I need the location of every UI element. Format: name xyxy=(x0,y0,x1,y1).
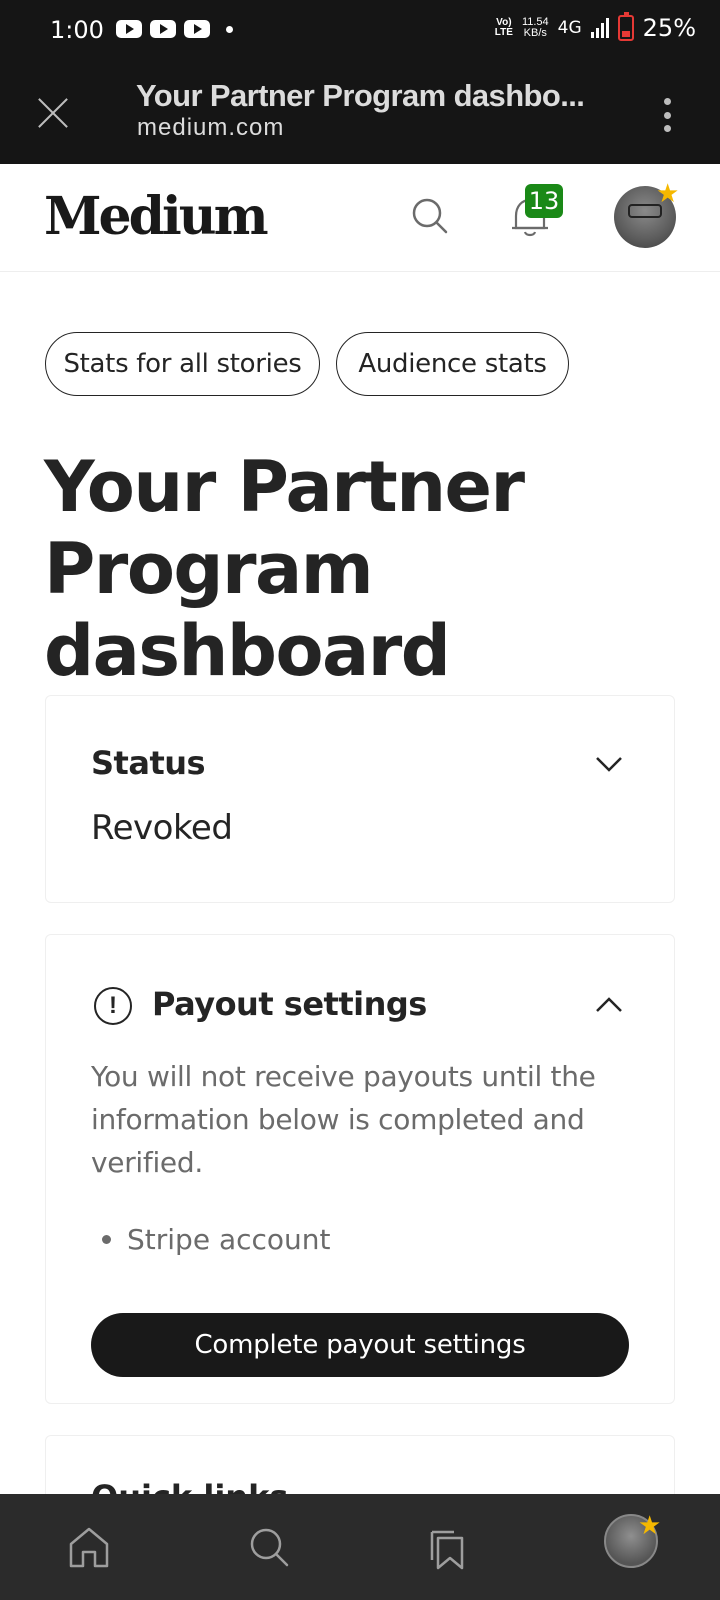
tab-audience-stats[interactable]: Audience stats xyxy=(336,332,569,396)
payout-description: You will not receive payouts until the i… xyxy=(91,1060,596,1179)
battery-icon xyxy=(617,12,634,41)
chevron-up-icon[interactable] xyxy=(594,995,624,1015)
battery-percent: 25% xyxy=(642,14,696,42)
status-bar: 1:00 Vo) LTE 11.54 KB/s 4G 25% xyxy=(0,0,720,62)
close-icon[interactable] xyxy=(36,96,70,130)
browser-toolbar: Your Partner Program dashbo... medium.co… xyxy=(0,62,720,164)
speed-unit: KB/s xyxy=(523,27,547,39)
payout-settings-card: ! Payout settings You will not receive p… xyxy=(45,934,675,1404)
status-right: Vo) LTE 11.54 KB/s 4G 25% xyxy=(495,12,696,42)
status-time: 1:00 xyxy=(50,16,104,44)
member-star-icon: ★ xyxy=(638,1510,662,1540)
more-options-icon[interactable] xyxy=(660,98,674,132)
payout-heading: Payout settings xyxy=(152,985,427,1023)
page-title: Your Partner Program dashboard xyxy=(44,446,525,692)
chevron-down-icon[interactable] xyxy=(594,754,624,774)
bookmarks-icon[interactable] xyxy=(424,1524,470,1570)
browser-url: medium.com xyxy=(137,114,285,141)
youtube-icon xyxy=(184,20,210,38)
list-item: Stripe account xyxy=(102,1223,331,1256)
youtube-icon xyxy=(150,20,176,38)
signal-icon xyxy=(590,18,609,38)
more-notifications-dot-icon xyxy=(226,25,233,33)
lte-label: LTE xyxy=(494,27,513,38)
complete-payout-settings-button[interactable]: Complete payout settings xyxy=(91,1313,629,1377)
search-icon[interactable] xyxy=(246,1524,292,1570)
medium-logo[interactable]: Medium xyxy=(44,186,269,247)
alert-icon: ! xyxy=(94,987,132,1025)
status-heading: Status xyxy=(91,744,206,782)
list-item-label: Stripe account xyxy=(127,1223,331,1256)
search-icon[interactable] xyxy=(410,196,450,236)
site-header: Medium 13 ★ xyxy=(0,164,720,272)
home-icon[interactable] xyxy=(66,1524,112,1570)
browser-page-title: Your Partner Program dashbo... xyxy=(136,78,585,113)
bullet xyxy=(102,1235,111,1244)
member-star-icon: ★ xyxy=(656,178,680,208)
bottom-navigation: ★ xyxy=(0,1494,720,1600)
notification-icons xyxy=(116,20,233,38)
network-type: 4G xyxy=(557,18,582,38)
network-speed: 11.54 KB/s xyxy=(522,17,549,39)
status-card: Status Revoked xyxy=(45,695,675,903)
tab-stats-all-stories[interactable]: Stats for all stories xyxy=(45,332,320,396)
youtube-icon xyxy=(116,20,142,38)
notification-count-badge[interactable]: 13 xyxy=(525,184,563,218)
volte-indicator: Vo) LTE xyxy=(495,18,513,38)
status-value: Revoked xyxy=(91,808,233,848)
